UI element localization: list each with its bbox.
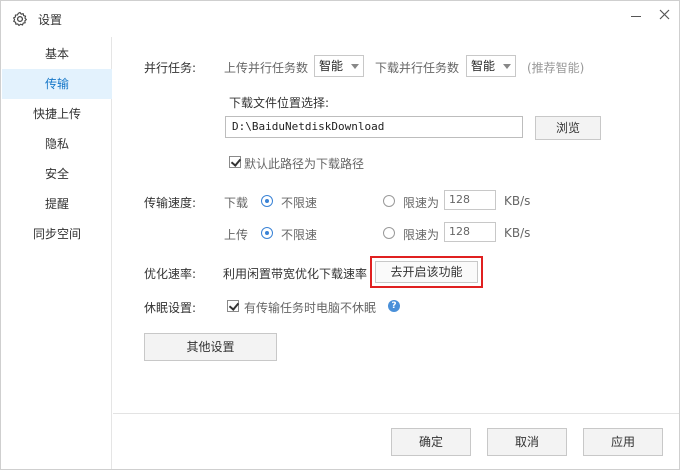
download-speed-label: 下载 <box>224 196 249 210</box>
download-unlimited-label: 不限速 <box>281 196 318 210</box>
transfer-speed-label: 传输速度: <box>144 196 197 210</box>
download-parallel-select[interactable]: 智能 <box>466 55 516 77</box>
download-limit-value: 128 <box>449 193 470 206</box>
upload-parallel-select[interactable]: 智能 <box>314 55 364 77</box>
sidebar-item-label: 基本 <box>44 47 69 61</box>
enable-optimize-button[interactable]: 去开启该功能 <box>375 261 478 283</box>
settings-window: 设置 基本 传输 快捷上传 隐私 安全 提醒 同步空间 并行任务: 上传并行任务… <box>0 0 680 470</box>
other-settings-button-label: 其他设置 <box>186 340 235 354</box>
upload-limited-label: 限速为 <box>403 228 440 242</box>
download-parallel-label: 下载并行任务数 <box>375 61 460 75</box>
optimize-rate-label: 优化速率: <box>144 267 197 281</box>
upload-speed-label: 上传 <box>224 228 249 242</box>
download-limited-label: 限速为 <box>403 196 440 210</box>
cancel-button[interactable]: 取消 <box>487 428 567 456</box>
browse-button-label: 浏览 <box>555 121 580 135</box>
sidebar-item-sync-space[interactable]: 同步空间 <box>2 219 112 249</box>
download-path-value: D:\BaiduNetdiskDownload <box>232 120 385 133</box>
sidebar-item-label: 传输 <box>44 77 69 91</box>
footer-divider <box>113 413 679 414</box>
ok-button-label: 确定 <box>418 435 443 449</box>
sidebar: 基本 传输 快捷上传 隐私 安全 提醒 同步空间 <box>2 37 112 469</box>
sidebar-item-label: 安全 <box>44 167 69 181</box>
default-path-checkbox[interactable] <box>229 156 241 168</box>
close-button[interactable] <box>651 3 677 29</box>
upload-unlimited-label: 不限速 <box>281 228 318 242</box>
download-path-input[interactable]: D:\BaiduNetdiskDownload <box>225 116 523 138</box>
upload-limit-input[interactable]: 128 <box>444 222 496 242</box>
transfer-settings-panel: 并行任务: 上传并行任务数 智能 下载并行任务数 智能 (推荐智能) 下载文件位… <box>113 37 679 469</box>
sidebar-item-quick-upload[interactable]: 快捷上传 <box>2 99 112 129</box>
sidebar-item-label: 提醒 <box>44 197 69 211</box>
no-sleep-checkbox[interactable] <box>227 300 239 312</box>
title-bar: 设置 <box>1 1 679 37</box>
upload-parallel-value: 智能 <box>319 59 344 73</box>
upload-parallel-label: 上传并行任务数 <box>224 61 309 75</box>
download-unlimited-radio[interactable] <box>261 195 273 207</box>
sleep-settings-label: 休眠设置: <box>144 301 197 315</box>
gear-icon <box>12 11 28 27</box>
upload-limit-value: 128 <box>449 225 470 238</box>
default-path-label: 默认此路径为下载路径 <box>244 157 365 171</box>
browse-button[interactable]: 浏览 <box>535 116 601 140</box>
optimize-rate-text: 利用闲置带宽优化下载速率 <box>223 267 368 281</box>
upload-limited-radio[interactable] <box>383 227 395 239</box>
ok-button[interactable]: 确定 <box>391 428 471 456</box>
apply-button[interactable]: 应用 <box>583 428 663 456</box>
close-icon <box>659 9 670 24</box>
no-sleep-label: 有传输任务时电脑不休眠 <box>244 301 377 315</box>
sidebar-item-label: 快捷上传 <box>32 107 81 121</box>
download-limit-input[interactable]: 128 <box>444 190 496 210</box>
sidebar-item-privacy[interactable]: 隐私 <box>2 129 112 159</box>
window-title: 设置 <box>38 13 63 27</box>
sidebar-item-security[interactable]: 安全 <box>2 159 112 189</box>
download-parallel-value: 智能 <box>471 59 496 73</box>
parallel-hint: (推荐智能) <box>527 61 585 75</box>
download-location-label: 下载文件位置选择: <box>229 96 330 110</box>
download-speed-unit: KB/s <box>504 194 531 208</box>
chevron-down-icon <box>351 64 359 69</box>
cancel-button-label: 取消 <box>514 435 539 449</box>
enable-optimize-button-label: 去开启该功能 <box>390 265 463 279</box>
upload-unlimited-radio[interactable] <box>261 227 273 239</box>
other-settings-button[interactable]: 其他设置 <box>144 333 277 361</box>
minimize-button[interactable] <box>623 3 649 29</box>
chevron-down-icon <box>503 64 511 69</box>
sidebar-item-label: 隐私 <box>44 137 69 151</box>
sidebar-item-reminder[interactable]: 提醒 <box>2 189 112 219</box>
minimize-icon <box>631 15 641 17</box>
help-icon[interactable]: ? <box>388 300 400 312</box>
sidebar-item-label: 同步空间 <box>32 227 81 241</box>
apply-button-label: 应用 <box>610 435 635 449</box>
sidebar-item-transfer[interactable]: 传输 <box>2 69 112 99</box>
upload-speed-unit: KB/s <box>504 226 531 240</box>
download-limited-radio[interactable] <box>383 195 395 207</box>
parallel-tasks-label: 并行任务: <box>144 61 197 75</box>
sidebar-item-basic[interactable]: 基本 <box>2 39 112 69</box>
